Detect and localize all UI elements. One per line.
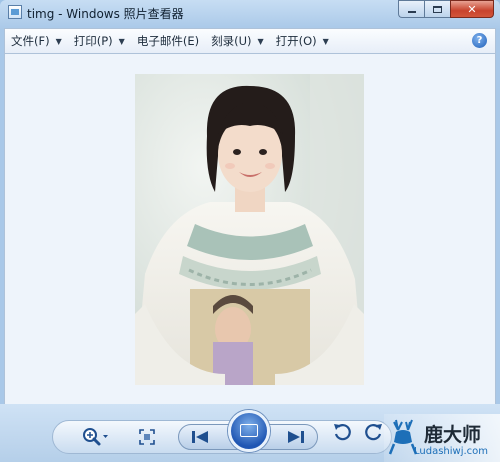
menu-open-label: 打开(O) bbox=[275, 34, 317, 48]
menu-file-label: 文件(F) bbox=[11, 34, 50, 48]
window-controls: ✕ bbox=[398, 0, 494, 18]
title-bar[interactable]: timg - Windows 照片查看器 ✕ bbox=[0, 0, 500, 26]
app-icon bbox=[8, 5, 22, 19]
watermark-text: 鹿大师 bbox=[424, 424, 482, 446]
next-button[interactable] bbox=[284, 428, 308, 446]
menu-burn[interactable]: 刻录(U) ▼ bbox=[205, 30, 270, 52]
chevron-down-icon: ▼ bbox=[55, 36, 62, 46]
menu-burn-label: 刻录(U) bbox=[211, 34, 252, 48]
minimize-button[interactable] bbox=[398, 0, 424, 18]
maximize-icon bbox=[433, 5, 442, 13]
menu-email[interactable]: 电子邮件(E) bbox=[131, 30, 205, 52]
close-button[interactable]: ✕ bbox=[450, 0, 494, 18]
help-icon[interactable]: ? bbox=[472, 33, 487, 48]
actual-size-button[interactable] bbox=[138, 428, 156, 446]
rotate-counterclockwise-icon bbox=[334, 424, 351, 441]
menu-print-label: 打印(P) bbox=[73, 34, 113, 48]
minimize-icon bbox=[407, 10, 416, 13]
rotate-clockwise-button[interactable] bbox=[364, 422, 384, 442]
menu-file[interactable]: 文件(F) ▼ bbox=[5, 30, 68, 52]
chevron-down-icon: ▼ bbox=[118, 36, 125, 46]
next-icon bbox=[288, 431, 304, 443]
close-icon: ✕ bbox=[467, 2, 477, 16]
slideshow-icon bbox=[240, 424, 258, 437]
maximize-button[interactable] bbox=[424, 0, 450, 18]
photo-viewer-window: timg - Windows 照片查看器 ✕ 文件(F) ▼ 打印(P) ▼ 电… bbox=[0, 0, 500, 462]
actual-size-icon bbox=[139, 429, 155, 445]
photo-image bbox=[135, 74, 364, 385]
menu-print[interactable]: 打印(P) ▼ bbox=[68, 30, 131, 52]
menu-email-label: 电子邮件(E) bbox=[136, 34, 200, 48]
rotate-counterclockwise-button[interactable] bbox=[332, 422, 352, 442]
slideshow-button[interactable] bbox=[228, 410, 270, 452]
rotate-clockwise-icon bbox=[365, 424, 382, 441]
menu-open[interactable]: 打开(O) ▼ bbox=[270, 30, 335, 52]
menu-bar: 文件(F) ▼ 打印(P) ▼ 电子邮件(E) 刻录(U) ▼ 打开(O) ▼ … bbox=[4, 28, 496, 54]
previous-icon bbox=[192, 431, 208, 443]
zoom-icon bbox=[83, 428, 108, 446]
chevron-down-icon: ▼ bbox=[322, 36, 329, 46]
zoom-button[interactable] bbox=[80, 426, 110, 448]
image-viewport bbox=[4, 54, 496, 404]
window-title: timg - Windows 照片查看器 bbox=[27, 7, 184, 21]
watermark-subtext: Ludashiwj.com bbox=[414, 446, 489, 457]
photo-illustration bbox=[135, 74, 364, 385]
chevron-down-icon: ▼ bbox=[257, 36, 264, 46]
previous-button[interactable] bbox=[188, 428, 212, 446]
